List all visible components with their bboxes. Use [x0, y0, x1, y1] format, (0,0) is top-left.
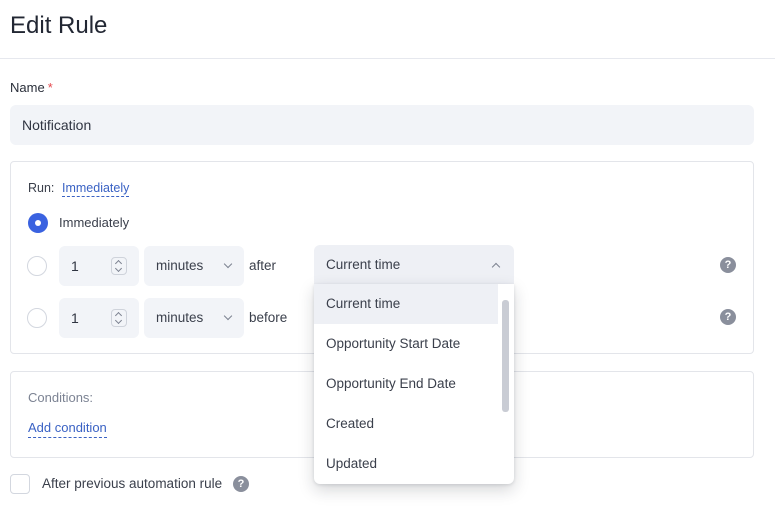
- radio-immediately[interactable]: [28, 213, 48, 233]
- after-text: after: [249, 258, 277, 273]
- after-previous-label: After previous automation rule: [42, 476, 223, 491]
- dropdown-option-opportunity-start-date[interactable]: Opportunity Start Date: [314, 324, 498, 364]
- stepper-arrows-icon[interactable]: [111, 309, 127, 327]
- after-number-value: 1: [71, 258, 79, 274]
- name-label: Name *: [10, 80, 53, 95]
- after-unit-select[interactable]: minutes: [144, 246, 244, 286]
- run-mode-link[interactable]: Immediately: [62, 181, 130, 197]
- chevron-down-icon: [223, 259, 233, 269]
- run-label: Run:: [28, 181, 55, 195]
- add-condition-link[interactable]: Add condition: [28, 420, 107, 438]
- dropdown-option-current-time[interactable]: Current time: [314, 284, 498, 324]
- radio-after[interactable]: [27, 256, 47, 276]
- header: Edit Rule: [0, 0, 775, 59]
- name-label-text: Name: [10, 80, 45, 95]
- after-previous-checkbox[interactable]: [10, 474, 30, 494]
- help-icon[interactable]: ?: [233, 476, 249, 492]
- before-number-stepper[interactable]: 1: [59, 298, 139, 338]
- reference-time-value: Current time: [326, 257, 401, 272]
- stepper-arrows-icon[interactable]: [111, 257, 127, 275]
- before-number-value: 1: [71, 310, 79, 326]
- after-number-stepper[interactable]: 1: [59, 246, 139, 286]
- dropdown-scrollbar[interactable]: [502, 300, 509, 412]
- page-title: Edit Rule: [10, 12, 108, 39]
- reference-time-select[interactable]: Current time: [314, 245, 514, 285]
- radio-immediately-label: Immediately: [59, 215, 130, 230]
- chevron-up-icon: [491, 262, 501, 272]
- before-unit-select[interactable]: minutes: [144, 298, 244, 338]
- chevron-down-icon: [223, 311, 233, 321]
- name-input[interactable]: [10, 105, 754, 145]
- dropdown-option-opportunity-end-date[interactable]: Opportunity End Date: [314, 364, 498, 404]
- radio-before[interactable]: [27, 308, 47, 328]
- help-icon[interactable]: ?: [720, 309, 736, 325]
- dropdown-option-updated[interactable]: Updated: [314, 444, 498, 484]
- reference-time-dropdown: Current time Opportunity Start Date Oppo…: [314, 284, 514, 484]
- required-mark: *: [47, 80, 53, 95]
- after-unit-value: minutes: [156, 258, 204, 273]
- conditions-label: Conditions:: [28, 390, 94, 405]
- before-unit-value: minutes: [156, 310, 204, 325]
- dropdown-option-created[interactable]: Created: [314, 404, 498, 444]
- help-icon[interactable]: ?: [720, 257, 736, 273]
- before-text: before: [249, 310, 288, 325]
